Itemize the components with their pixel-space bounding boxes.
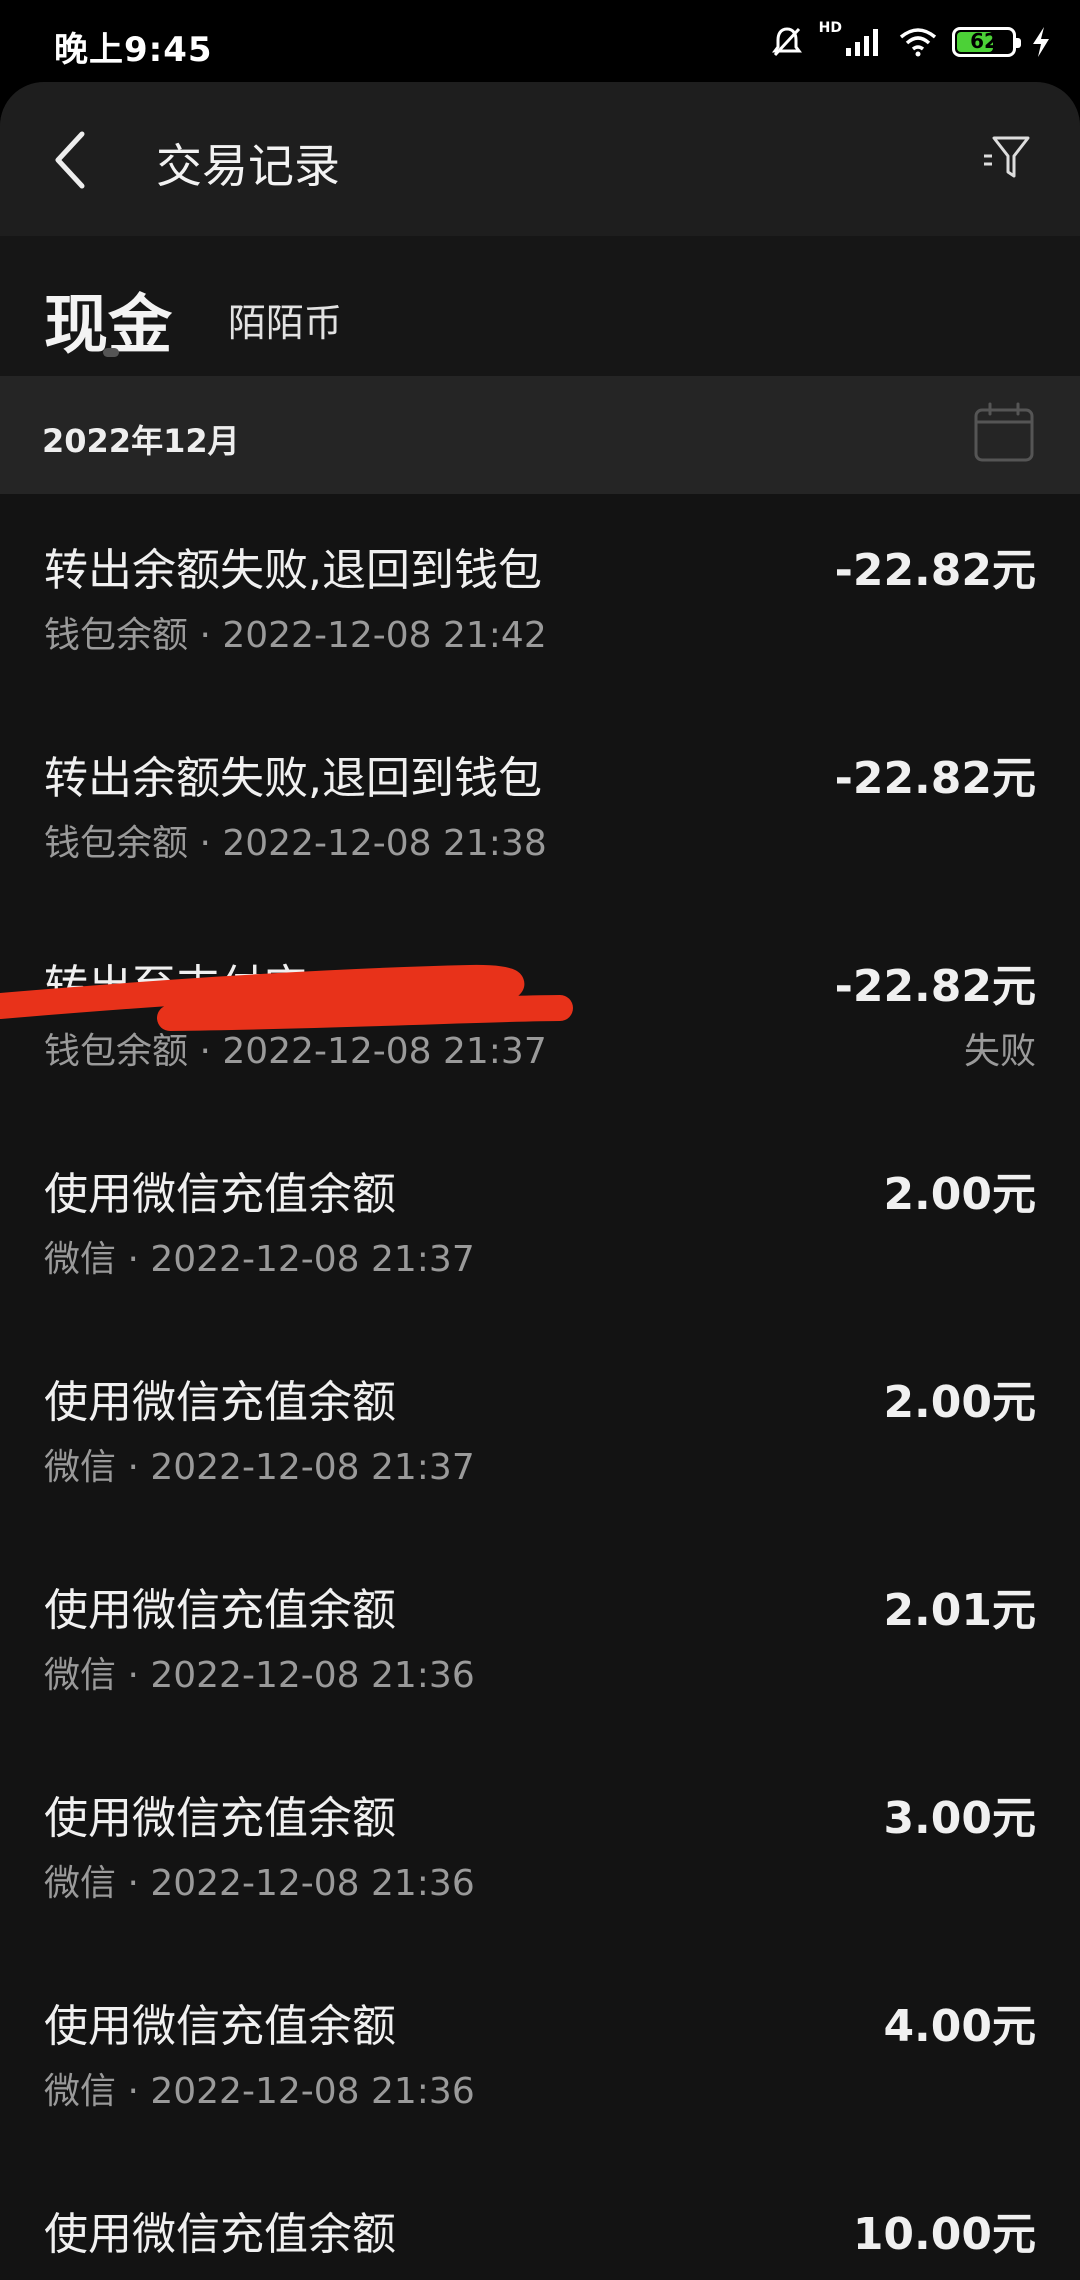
transaction-subtitle: 钱包余额 · 2022-12-08 21:38 [44,823,547,864]
filter-icon [984,136,1030,178]
month-header: 2022年12月 [0,376,1080,494]
transaction-subtitle: 钱包余额 · 2022-12-08 21:37 [44,1031,547,1072]
tab-momo-coin[interactable]: 陌陌币 [228,292,342,347]
network-hd-label: HD [818,20,842,36]
signal-icon [846,29,878,56]
status-time: 晚上9:45 [54,30,213,70]
transaction-row[interactable]: 使用微信充值余额 微信 · 2022-12-08 21:37 2.00元 [0,1118,1080,1326]
transaction-subtitle: 钱包余额 · 2022-12-08 21:42 [44,615,547,656]
transaction-subtitle: 微信 · 2022-12-08 21:36 [44,1863,475,1904]
transaction-title: 使用微信充值余额 [44,2209,396,2260]
transaction-title: 使用微信充值余额 [44,1169,396,1220]
transaction-title: 转出余额失败,退回到钱包 [44,545,542,596]
transaction-row[interactable]: 使用微信充值余额 微信 · 2022-12-08 21:37 2.00元 [0,1326,1080,1534]
transaction-amount: -22.82元 [834,961,1036,1012]
transaction-subtitle: 微信 · 2022-12-08 21:35 [44,2270,475,2280]
transaction-amount: 4.00元 [883,2001,1036,2052]
transaction-row[interactable]: 使用微信充值余额 微信 · 2022-12-08 21:36 4.00元 [0,1950,1080,2158]
calendar-icon [974,402,1034,462]
charging-bolt-icon [1033,27,1049,57]
transaction-row[interactable]: 转出余额失败,退回到钱包 钱包余额 · 2022-12-08 21:38 -22… [0,702,1080,910]
page-title: 交易记录 [156,139,340,193]
filter-button[interactable] [980,130,1036,186]
transaction-row[interactable]: 使用微信充值余额 微信 · 2022-12-08 21:36 3.00元 [0,1742,1080,1950]
transaction-amount: 10.00元 [852,2209,1036,2260]
transaction-row[interactable]: 转出至支付宝 钱包余额 · 2022-12-08 21:37 -22.82元 失… [0,910,1080,1118]
transaction-title: 转出至支付宝 [44,961,308,1012]
transaction-amount: 2.00元 [883,1377,1036,1428]
tab-indicator [103,348,119,357]
transaction-subtitle: 微信 · 2022-12-08 21:36 [44,2071,475,2112]
status-icons: HD 62 [769,20,1052,64]
transaction-row[interactable]: 转出余额失败,退回到钱包 钱包余额 · 2022-12-08 21:42 -22… [0,494,1080,702]
status-bar: 晚上9:45 HD 62 [0,0,1080,85]
transaction-amount: -22.82元 [834,545,1036,596]
mute-bell-icon [771,27,802,57]
back-button[interactable] [44,120,104,200]
transaction-title: 使用微信充值余额 [44,1585,396,1636]
transaction-title: 使用微信充值余额 [44,1377,396,1428]
transaction-status: 失败 [963,1031,1036,1072]
transaction-amount: -22.82元 [834,753,1036,804]
transaction-row[interactable]: 使用微信充值余额 微信 · 2022-12-08 21:36 2.01元 [0,1534,1080,1742]
nav-bar: 交易记录 [0,82,1080,236]
wallet-tabs: 现金 陌陌币 [0,236,1080,376]
transaction-amount: 2.01元 [883,1585,1036,1636]
transaction-amount: 3.00元 [883,1793,1036,1844]
calendar-button[interactable] [972,400,1036,464]
chevron-left-icon [55,131,85,189]
transaction-title: 使用微信充值余额 [44,2001,396,2052]
transaction-title: 使用微信充值余额 [44,1793,396,1844]
transaction-title: 转出余额失败,退回到钱包 [44,753,542,804]
battery-icon: 62 [952,27,1021,57]
transaction-subtitle: 微信 · 2022-12-08 21:37 [44,1239,475,1280]
battery-level: 62 [970,29,998,53]
app-screen: 交易记录 现金 陌陌币 2022年12月 转出余额失败,退回到钱包 钱包余额 ·… [0,82,1080,2280]
transaction-row[interactable]: 使用微信充值余额 微信 · 2022-12-08 21:35 10.00元 [0,2158,1080,2280]
transaction-amount: 2.00元 [883,1169,1036,1220]
transaction-subtitle: 微信 · 2022-12-08 21:36 [44,1655,475,1696]
transaction-list: 转出余额失败,退回到钱包 钱包余额 · 2022-12-08 21:42 -22… [0,494,1080,2280]
transaction-subtitle: 微信 · 2022-12-08 21:37 [44,1447,475,1488]
wifi-icon [899,28,937,57]
month-label: 2022年12月 [42,422,240,460]
